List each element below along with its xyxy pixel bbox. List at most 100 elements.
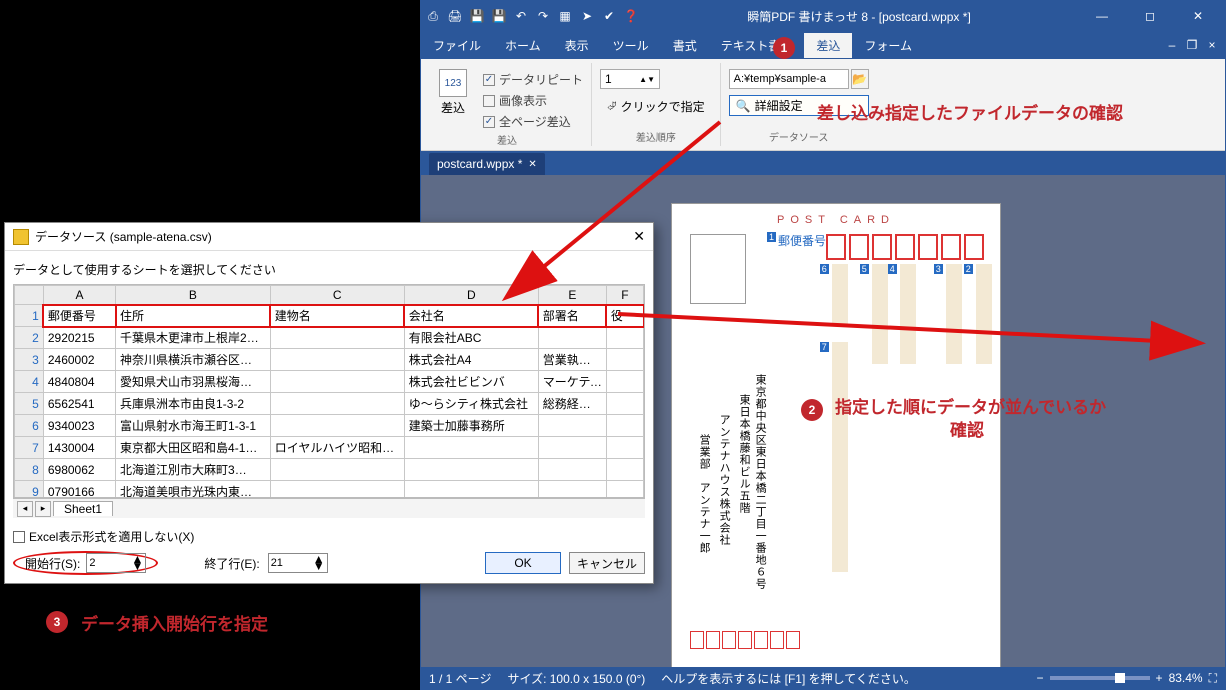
qa-icon[interactable]: ⎙ bbox=[425, 8, 441, 24]
zoom-slider[interactable] bbox=[1050, 676, 1150, 680]
tab-home[interactable]: ホーム bbox=[493, 33, 553, 58]
tab-tool[interactable]: ツール bbox=[601, 33, 661, 58]
group-label: データソース bbox=[769, 129, 829, 144]
close-button[interactable]: ✕ bbox=[1175, 2, 1221, 30]
qa-icon[interactable]: 💾 bbox=[469, 8, 485, 24]
qa-icon[interactable]: 💾 bbox=[491, 8, 507, 24]
start-row-input[interactable]: ▲▼ bbox=[86, 553, 146, 573]
sheet-tabs: ◂ ▸ Sheet1 bbox=[13, 498, 645, 518]
quick-access: ⎙ 🖨 💾 💾 ↶ ↷ ▦ ➤ ✔ ❓ bbox=[425, 8, 639, 24]
maximize-button[interactable]: ◻ bbox=[1127, 2, 1173, 30]
ok-button[interactable]: OK bbox=[485, 552, 561, 574]
excel-format-checkbox[interactable]: Excel表示形式を適用しない(X) bbox=[13, 528, 194, 545]
chk-show-image[interactable]: 画像表示 bbox=[483, 90, 583, 111]
doc-tab-label: postcard.wppx * bbox=[437, 157, 522, 171]
badge-1: 1 bbox=[773, 37, 795, 59]
dialog-titlebar: データソース (sample-atena.csv) ✕ bbox=[5, 223, 653, 251]
table-row[interactable]: 22920215千葉県木更津市上根岸2…有限会社ABC bbox=[15, 327, 644, 349]
sheet-tab[interactable]: Sheet1 bbox=[53, 501, 113, 516]
minimize-button[interactable]: — bbox=[1079, 2, 1125, 30]
status-size: サイズ: 100.0 x 150.0 (0°) bbox=[507, 670, 645, 687]
ribbon-group-merge: 123 差込 データリピート 画像表示 全ページ差込 差込 bbox=[427, 63, 592, 146]
sender-addr1: 東京都中央区東日本橋二丁目一番地６号 bbox=[754, 374, 766, 604]
status-bar: 1 / 1 ページ サイズ: 100.0 x 150.0 (0°) ヘルプを表示… bbox=[421, 667, 1225, 689]
tab-file[interactable]: ファイル bbox=[421, 33, 493, 58]
datasource-dialog: データソース (sample-atena.csv) ✕ データとして使用するシー… bbox=[4, 222, 654, 584]
qa-icon[interactable]: ❓ bbox=[623, 8, 639, 24]
annotation-3: データ挿入開始行を指定 bbox=[81, 610, 268, 635]
tab-mailmerge[interactable]: 差込 bbox=[804, 33, 852, 58]
sheet-nav-first-icon[interactable]: ◂ bbox=[17, 501, 33, 517]
qa-icon[interactable]: ↷ bbox=[535, 8, 551, 24]
tab-form[interactable]: フォーム bbox=[852, 33, 924, 58]
qa-icon[interactable]: 🖨 bbox=[447, 8, 463, 24]
datasource-path[interactable]: A:¥temp¥sample-a bbox=[729, 69, 849, 89]
annotation-2b: 確認 bbox=[950, 416, 984, 441]
qa-icon[interactable]: ↶ bbox=[513, 8, 529, 24]
table-row[interactable]: 71430004東京都大田区昭和島4-1…ロイヤルハイツ昭和島1503… bbox=[15, 437, 644, 459]
qa-icon[interactable]: ✔ bbox=[601, 8, 617, 24]
order-spinner[interactable]: 1▲▼ bbox=[600, 69, 660, 89]
start-row-value[interactable] bbox=[89, 557, 129, 569]
table-row[interactable]: 32460002神奈川県横浜市瀬谷区…株式会社A4営業執… bbox=[15, 349, 644, 371]
sender-zip bbox=[690, 631, 800, 649]
doc-tab-close-icon[interactable]: ✕ bbox=[528, 159, 536, 170]
ribbon-tabs: ファイル ホーム 表示 ツール 書式 テキスト書式 差込 フォーム – ❐ × bbox=[421, 31, 1225, 59]
sender-addr2: 東日本橋藤和ビル五階 bbox=[738, 394, 750, 589]
sender-company: アンテナハウス株式会社 bbox=[718, 414, 730, 594]
zoom-out-icon[interactable]: − bbox=[1037, 671, 1044, 685]
table-row[interactable]: 1郵便番号住所建物名会社名部署名役 bbox=[15, 305, 644, 327]
zoom-in-icon[interactable]: + bbox=[1156, 671, 1163, 685]
sender-dept: 営業部 アンテナ一郎 bbox=[698, 434, 710, 604]
group-label: 差込 bbox=[497, 132, 517, 147]
start-row-highlight: 開始行(S): ▲▼ bbox=[13, 551, 158, 575]
document-tabstrip: postcard.wppx * ✕ bbox=[421, 151, 1225, 175]
zoom-value: 83.4% bbox=[1169, 671, 1203, 685]
dialog-icon bbox=[13, 229, 29, 245]
dialog-title: データソース (sample-atena.csv) bbox=[35, 228, 212, 245]
qa-icon[interactable]: ▦ bbox=[557, 8, 573, 24]
cancel-button[interactable]: キャンセル bbox=[569, 552, 645, 574]
datasource-browse-button[interactable]: 📂 bbox=[851, 69, 869, 89]
status-page: 1 / 1 ページ bbox=[429, 670, 491, 687]
merge-button[interactable]: 123 差込 bbox=[431, 65, 475, 132]
end-row-input[interactable]: ▲▼ bbox=[268, 553, 328, 573]
status-help: ヘルプを表示するには [F1] を押してください。 bbox=[661, 670, 916, 687]
dialog-close-icon[interactable]: ✕ bbox=[633, 228, 645, 245]
chk-data-repeat[interactable]: データリピート bbox=[483, 69, 583, 90]
qa-icon[interactable]: ➤ bbox=[579, 8, 595, 24]
table-row[interactable]: 44840804愛知県犬山市羽黒桜海…株式会社ビビンバマーケティ… bbox=[15, 371, 644, 393]
mdi-close-icon[interactable]: × bbox=[1203, 38, 1221, 52]
group-label: 差込順序 bbox=[636, 129, 676, 144]
stamp-frame bbox=[690, 234, 746, 304]
window-buttons: — ◻ ✕ bbox=[1079, 2, 1221, 30]
title-bar: ⎙ 🖨 💾 💾 ↶ ↷ ▦ ➤ ✔ ❓ 瞬簡PDF 書けまっせ 8 - [pos… bbox=[421, 1, 1225, 31]
table-row[interactable]: 90790166北海道美唄市光珠内東… bbox=[15, 481, 644, 499]
end-row-value[interactable] bbox=[271, 557, 311, 569]
window-title: 瞬簡PDF 書けまっせ 8 - [postcard.wppx *] bbox=[639, 8, 1079, 25]
dialog-prompt: データとして使用するシートを選択してください bbox=[13, 257, 645, 284]
tab-format[interactable]: 書式 bbox=[661, 33, 709, 58]
postcard-header: POST CARD bbox=[777, 214, 895, 226]
annotation-1: 差し込み指定したファイルデータの確認 bbox=[817, 99, 1123, 124]
chk-all-pages[interactable]: 全ページ差込 bbox=[483, 111, 583, 132]
table-row[interactable]: 86980062北海道江別市大麻町3… bbox=[15, 459, 644, 481]
magnifier-icon: 🔍 bbox=[736, 99, 751, 113]
badge-3: 3 bbox=[46, 611, 68, 633]
data-grid[interactable]: ABCDEF 1郵便番号住所建物名会社名部署名役22920215千葉県木更津市上… bbox=[13, 284, 645, 498]
tab-view[interactable]: 表示 bbox=[553, 33, 601, 58]
click-specify-button[interactable]: ⮰クリックで指定 bbox=[600, 95, 712, 118]
sheet-nav-next-icon[interactable]: ▸ bbox=[35, 501, 51, 517]
doc-tab[interactable]: postcard.wppx * ✕ bbox=[429, 153, 545, 175]
fullscreen-icon[interactable]: ⛶ bbox=[1209, 671, 1217, 686]
merge-button-label: 差込 bbox=[441, 99, 465, 116]
merge-icon: 123 bbox=[439, 69, 467, 97]
zip-boxes bbox=[826, 234, 984, 260]
annotation-2a: 指定した順にデータが並んでいるか bbox=[835, 393, 1106, 418]
table-row[interactable]: 56562541兵庫県洲本市由良1-3-2ゆ〜らシティ株式会社総務経… bbox=[15, 393, 644, 415]
cursor-icon: ⮰ bbox=[607, 99, 617, 114]
end-row-label: 終了行(E): bbox=[204, 555, 259, 572]
mdi-min-icon[interactable]: – bbox=[1163, 38, 1181, 52]
mdi-restore-icon[interactable]: ❐ bbox=[1183, 38, 1201, 52]
table-row[interactable]: 69340023富山県射水市海王町1-3-1建築士加藤事務所 bbox=[15, 415, 644, 437]
